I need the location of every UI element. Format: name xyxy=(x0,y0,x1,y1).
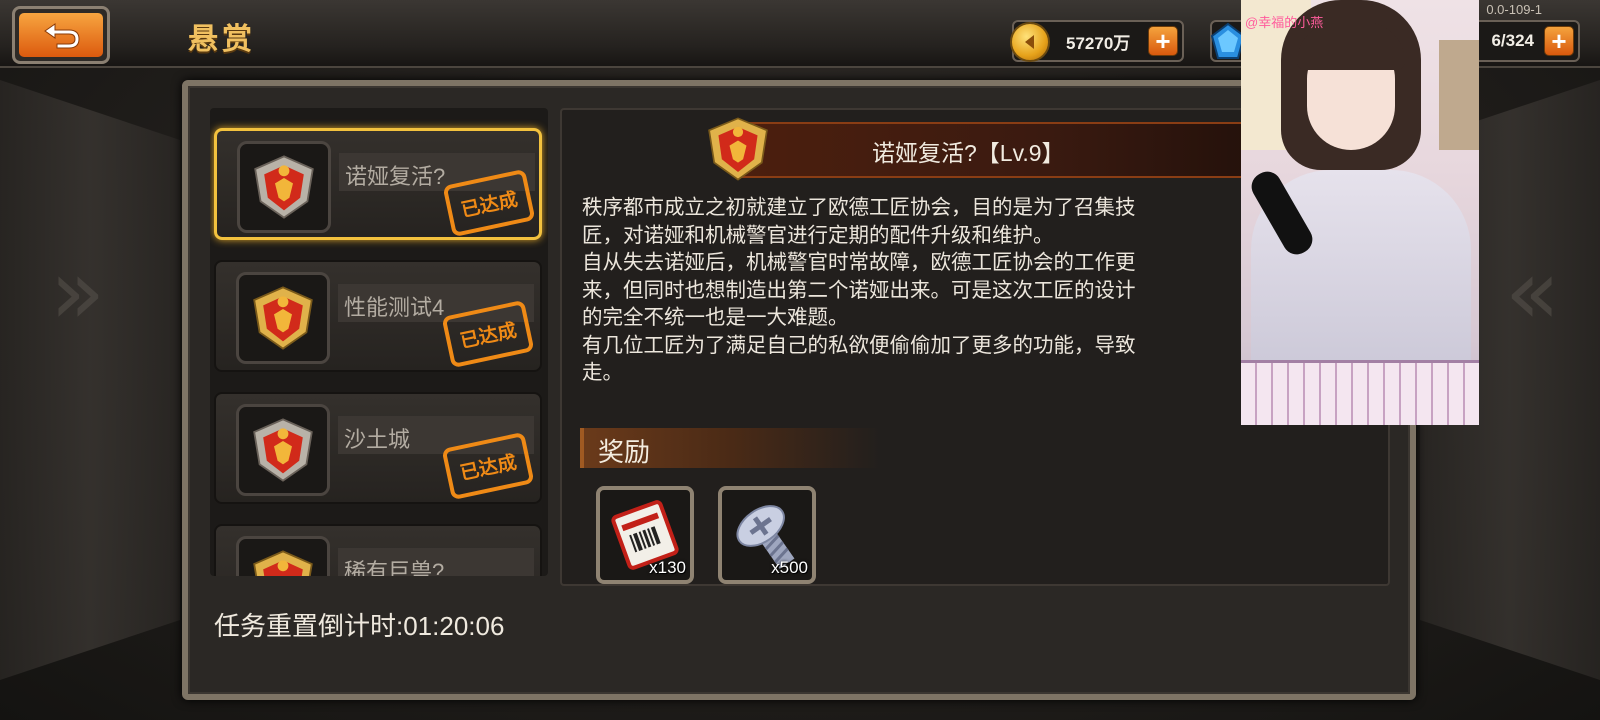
task-item-sand-city[interactable]: 沙土城 已达成 xyxy=(214,392,542,504)
task-badge-icon xyxy=(236,404,330,496)
version-label: 0.0-109-1 xyxy=(1486,2,1542,17)
stamp-text: 已达成 xyxy=(458,451,519,485)
detail-badge-icon xyxy=(708,117,768,181)
task-name: 性能测试4 xyxy=(344,295,445,320)
detail-title: 诺娅复活?【Lv.9】 xyxy=(872,140,1065,166)
left-chevron-decoration: » xyxy=(50,240,106,345)
task-badge-icon xyxy=(237,141,331,233)
back-button[interactable] xyxy=(12,6,110,64)
task-item-performance-test[interactable]: 性能测试4 已达成 xyxy=(214,260,542,372)
left-wall-panel xyxy=(0,80,180,680)
reward-item-screw[interactable]: x500 xyxy=(718,486,816,584)
task-list[interactable]: 诺娅复活? 已达成 性能测试4 已达成 沙土城 已达成 稀有巨兽? xyxy=(210,108,548,576)
task-name: 稀有巨兽? xyxy=(344,559,445,576)
task-item-noya-revival[interactable]: 诺娅复活? 已达成 xyxy=(214,128,542,240)
stamp-text: 已达成 xyxy=(458,319,519,353)
coin-counter: 57270万 + xyxy=(1010,20,1184,62)
coin-value: 57270万 xyxy=(1066,33,1131,53)
page-title: 悬赏 xyxy=(188,23,256,56)
task-name: 沙土城 xyxy=(344,427,411,452)
webcam-keyboard xyxy=(1241,360,1479,425)
task-name: 诺娅复活? xyxy=(345,164,446,189)
reward-quantity: x500 xyxy=(771,558,808,577)
reset-countdown: 任务重置倒计时:01:20:06 xyxy=(214,611,505,641)
reward-quantity: x130 xyxy=(649,558,686,577)
add-coin-button[interactable]: + xyxy=(1148,26,1178,56)
bounty-panel: 诺娅复活? 已达成 性能测试4 已达成 沙土城 已达成 稀有巨兽? 诺娅复活?【… xyxy=(182,80,1416,700)
add-gem-button[interactable]: + xyxy=(1544,26,1574,56)
stamp-text: 已达成 xyxy=(459,188,520,222)
task-badge-icon xyxy=(236,536,330,576)
webcam-overlay: @幸福的小燕 xyxy=(1241,0,1479,425)
gem-value: 6/324 xyxy=(1491,31,1534,50)
right-chevron-decoration: « xyxy=(1504,240,1560,345)
back-arrow-icon xyxy=(19,13,103,57)
streamer-name-tag: @幸福的小燕 xyxy=(1245,15,1324,30)
reward-label: 奖励 xyxy=(598,437,651,467)
task-badge-icon xyxy=(236,272,330,364)
reward-item-ticket[interactable]: x130 xyxy=(596,486,694,584)
coin-icon xyxy=(1010,22,1050,62)
webcam-shelf xyxy=(1439,40,1479,150)
task-item-rare-beast[interactable]: 稀有巨兽? xyxy=(214,524,542,576)
